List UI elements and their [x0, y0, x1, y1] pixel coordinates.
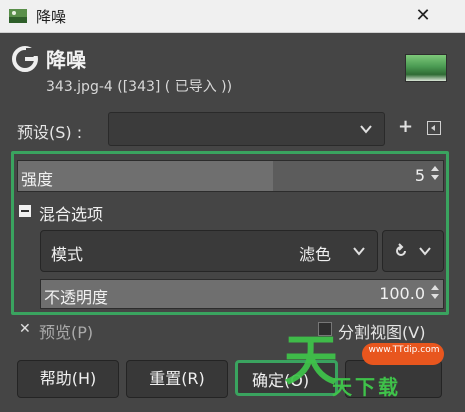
chevron-down-icon: [353, 247, 365, 256]
chevron-down-icon: [360, 125, 372, 134]
blending-options-expander[interactable]: 混合选项: [17, 199, 317, 225]
watermark-url: www.TTdip.com: [368, 345, 440, 355]
opacity-label: 不透明度: [44, 288, 109, 307]
help-button[interactable]: 帮助(H): [17, 360, 119, 398]
checkmark-icon: ✕: [19, 321, 31, 337]
strength-fill: [18, 161, 273, 191]
presets-row: 预设(S) : +: [0, 110, 465, 148]
image-subtitle: 343.jpg-4 ([343] ( 已导入 )): [46, 79, 233, 95]
preset-menu-icon[interactable]: [427, 121, 441, 135]
blend-mode-value: 滤色: [299, 245, 332, 264]
strength-scale[interactable]: 强度 5: [17, 160, 444, 192]
composite-mode-icon: [396, 243, 406, 256]
watermark-logo: 天: [284, 329, 338, 392]
blend-mode-label: 模式: [51, 245, 84, 264]
image-thumbnail: [405, 54, 447, 82]
close-window-button[interactable]: ✕: [388, 3, 458, 28]
opacity-scale[interactable]: 不透明度 100.0: [40, 279, 444, 309]
presets-combo[interactable]: [108, 112, 385, 146]
add-preset-button[interactable]: +: [398, 118, 413, 136]
strength-value: 5: [414, 166, 425, 185]
window-titlebar: 降噪 ✕: [0, 0, 465, 33]
window-title: 降噪: [36, 8, 67, 26]
collapse-icon[interactable]: [19, 205, 31, 217]
composite-mode-button[interactable]: [382, 230, 444, 272]
spin-arrows-icon[interactable]: [429, 282, 441, 308]
presets-label: 预设(S) :: [17, 123, 83, 142]
gegl-icon: [12, 46, 38, 72]
strength-label: 强度: [21, 170, 54, 189]
spin-arrows-icon[interactable]: [429, 163, 441, 189]
opacity-value: 100.0: [379, 284, 425, 303]
preview-label: 预览(P): [39, 323, 94, 342]
reset-button[interactable]: 重置(R): [126, 360, 228, 398]
dialog-title: 降噪: [46, 48, 86, 72]
dialog-header: 降噪 343.jpg-4 ([343] ( 已导入 )): [12, 42, 452, 102]
gimp-app-icon: [9, 9, 27, 23]
blend-mode-combo[interactable]: 模式 滤色: [40, 230, 378, 272]
chevron-down-icon: [419, 247, 431, 256]
watermark-text: 天下载: [332, 375, 401, 399]
split-view-label: 分割视图(V): [338, 323, 426, 342]
blending-options-title: 混合选项: [39, 205, 104, 224]
preview-checkbox[interactable]: ✕ 预览(P): [17, 318, 217, 342]
